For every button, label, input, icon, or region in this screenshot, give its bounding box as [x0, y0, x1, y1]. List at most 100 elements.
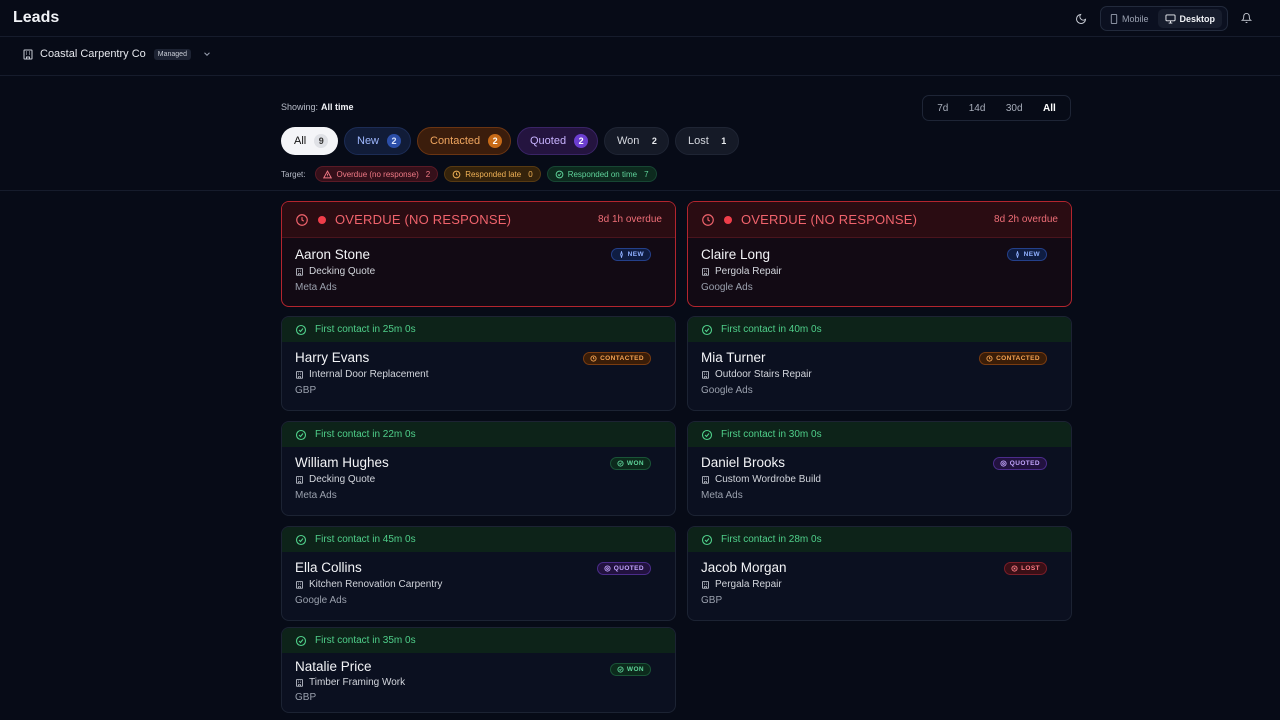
phone-icon	[1110, 13, 1118, 24]
target-overdue-pill[interactable]: Overdue (no response) 2	[315, 166, 439, 182]
overdue-dot	[318, 215, 326, 224]
building-icon	[296, 679, 303, 687]
chip-all[interactable]: All 9	[281, 127, 338, 155]
target-icon	[1000, 460, 1007, 467]
managed-badge: Managed	[153, 48, 191, 60]
lead-card[interactable]: First contact in 35m 0s Natalie Price Ti…	[281, 627, 676, 713]
sparkle-icon	[619, 251, 623, 258]
building-icon	[296, 268, 303, 276]
x-circle-icon	[1011, 565, 1018, 572]
check-circle-icon	[295, 429, 307, 440]
showing-value: All time	[321, 102, 354, 112]
lead-source: Meta Ads	[701, 490, 743, 501]
lead-card[interactable]: First contact in 30m 0s Daniel Brooks Cu…	[687, 421, 1072, 516]
range-7d[interactable]: 7d	[931, 100, 954, 117]
check-circle-icon	[701, 534, 713, 545]
chip-contacted[interactable]: Contacted 2	[417, 127, 511, 155]
card-header: First contact in 30m 0s	[688, 422, 1071, 447]
check-circle-icon	[617, 666, 624, 673]
status-badge: QUOTED	[992, 457, 1047, 470]
card-header: First contact in 22m 0s	[282, 422, 675, 447]
lead-card[interactable]: First contact in 25m 0s Harry Evans Inte…	[281, 316, 676, 411]
lead-card[interactable]: First contact in 22m 0s William Hughes D…	[281, 421, 676, 516]
check-circle-icon	[295, 534, 307, 545]
building-icon	[702, 476, 709, 484]
card-header: First contact in 28m 0s	[688, 527, 1071, 552]
range-14d[interactable]: 14d	[963, 100, 992, 117]
chip-label: Won	[617, 135, 640, 147]
theme-toggle-button[interactable]	[1070, 8, 1092, 30]
status-label: NEW	[627, 251, 644, 258]
lead-card[interactable]: First contact in 28m 0s Jacob Morgan Per…	[687, 526, 1072, 621]
lead-service: Pergala Repair	[715, 579, 782, 590]
lead-card[interactable]: OVERDUE (NO RESPONSE) 8d 2h overdue Clai…	[687, 201, 1072, 307]
lead-card[interactable]: First contact in 45m 0s Ella Collins Kit…	[281, 526, 676, 621]
target-late-count: 0	[528, 169, 533, 179]
status-label: QUOTED	[613, 565, 644, 572]
status-filter-chips: All 9 New 2 Contacted 2 Quoted 2 Won 2 L…	[281, 127, 739, 155]
view-desktop-button[interactable]: Desktop	[1157, 9, 1223, 28]
status-label: LOST	[1021, 565, 1040, 572]
target-ontime-label: Responded on time	[567, 169, 638, 179]
lead-source: GBP	[701, 595, 723, 606]
card-header: First contact in 45m 0s	[282, 527, 675, 552]
status-label: WON	[626, 666, 644, 673]
status-badge: CONTACTED	[979, 352, 1047, 365]
chip-count: 2	[488, 134, 503, 148]
lead-source: Meta Ads	[295, 282, 337, 293]
lead-source: Google Ads	[701, 282, 753, 293]
lead-source: GBP	[295, 692, 317, 703]
building-icon	[702, 581, 709, 589]
first-contact-text: First contact in 28m 0s	[721, 534, 822, 545]
view-toggle: Mobile Desktop	[1100, 6, 1228, 31]
notifications-button[interactable]	[1236, 8, 1256, 28]
lead-service: Kitchen Renovation Carpentry	[309, 579, 443, 590]
view-mobile-button[interactable]: Mobile	[1103, 9, 1156, 28]
building-icon	[23, 49, 33, 60]
chip-quoted[interactable]: Quoted 2	[517, 127, 598, 155]
range-all[interactable]: All	[1037, 100, 1062, 117]
business-name: Coastal Carpentry Co	[40, 48, 146, 60]
chip-new[interactable]: New 2	[344, 127, 411, 155]
clock-icon	[590, 355, 597, 362]
clock-icon	[296, 213, 308, 226]
lead-card[interactable]: First contact in 40m 0s Mia Turner Outdo…	[687, 316, 1072, 411]
lead-service: Decking Quote	[309, 474, 376, 485]
status-badge: WON	[609, 457, 651, 470]
divider	[0, 190, 1280, 191]
chip-label: Quoted	[530, 135, 567, 147]
overdue-duration: 8d 1h overdue	[598, 214, 662, 225]
page-title: Leads	[13, 9, 60, 26]
bell-icon	[1240, 13, 1252, 24]
target-late-pill[interactable]: Responded late 0	[444, 166, 541, 182]
overdue-dot	[724, 215, 732, 224]
check-circle-icon	[617, 460, 624, 467]
card-header: OVERDUE (NO RESPONSE) 8d 1h overdue	[282, 202, 675, 238]
chip-won[interactable]: Won 2	[604, 127, 669, 155]
status-label: QUOTED	[1009, 460, 1040, 467]
target-label: Target:	[281, 169, 306, 179]
status-badge: CONTACTED	[583, 352, 651, 365]
chip-count: 1	[721, 136, 727, 146]
first-contact-text: First contact in 30m 0s	[721, 429, 822, 440]
range-30d[interactable]: 30d	[1000, 100, 1029, 117]
chip-count: 2	[651, 136, 657, 146]
target-ontime-pill[interactable]: Responded on time 7	[546, 166, 657, 182]
lead-source: Google Ads	[701, 385, 753, 396]
check-circle-icon	[295, 635, 307, 646]
lead-service: Decking Quote	[309, 266, 376, 277]
target-ontime-count: 7	[644, 169, 649, 179]
business-selector[interactable]: Coastal Carpentry Co Managed	[22, 48, 214, 60]
status-badge: QUOTED	[596, 562, 651, 575]
monitor-icon	[1165, 13, 1176, 24]
top-bar: Leads Mobile Desktop	[0, 0, 1280, 37]
card-header: First contact in 25m 0s	[282, 317, 675, 342]
time-range-selector: 7d 14d 30d All	[922, 95, 1071, 121]
chip-lost[interactable]: Lost 1	[675, 127, 739, 155]
lead-card[interactable]: OVERDUE (NO RESPONSE) 8d 1h overdue Aaro…	[281, 201, 676, 307]
view-desktop-label: Desktop	[1179, 13, 1216, 24]
moon-icon	[1076, 13, 1087, 24]
business-bar: Coastal Carpentry Co Managed	[0, 37, 1280, 76]
check-circle-icon	[701, 324, 713, 335]
chip-count: 2	[574, 134, 589, 148]
